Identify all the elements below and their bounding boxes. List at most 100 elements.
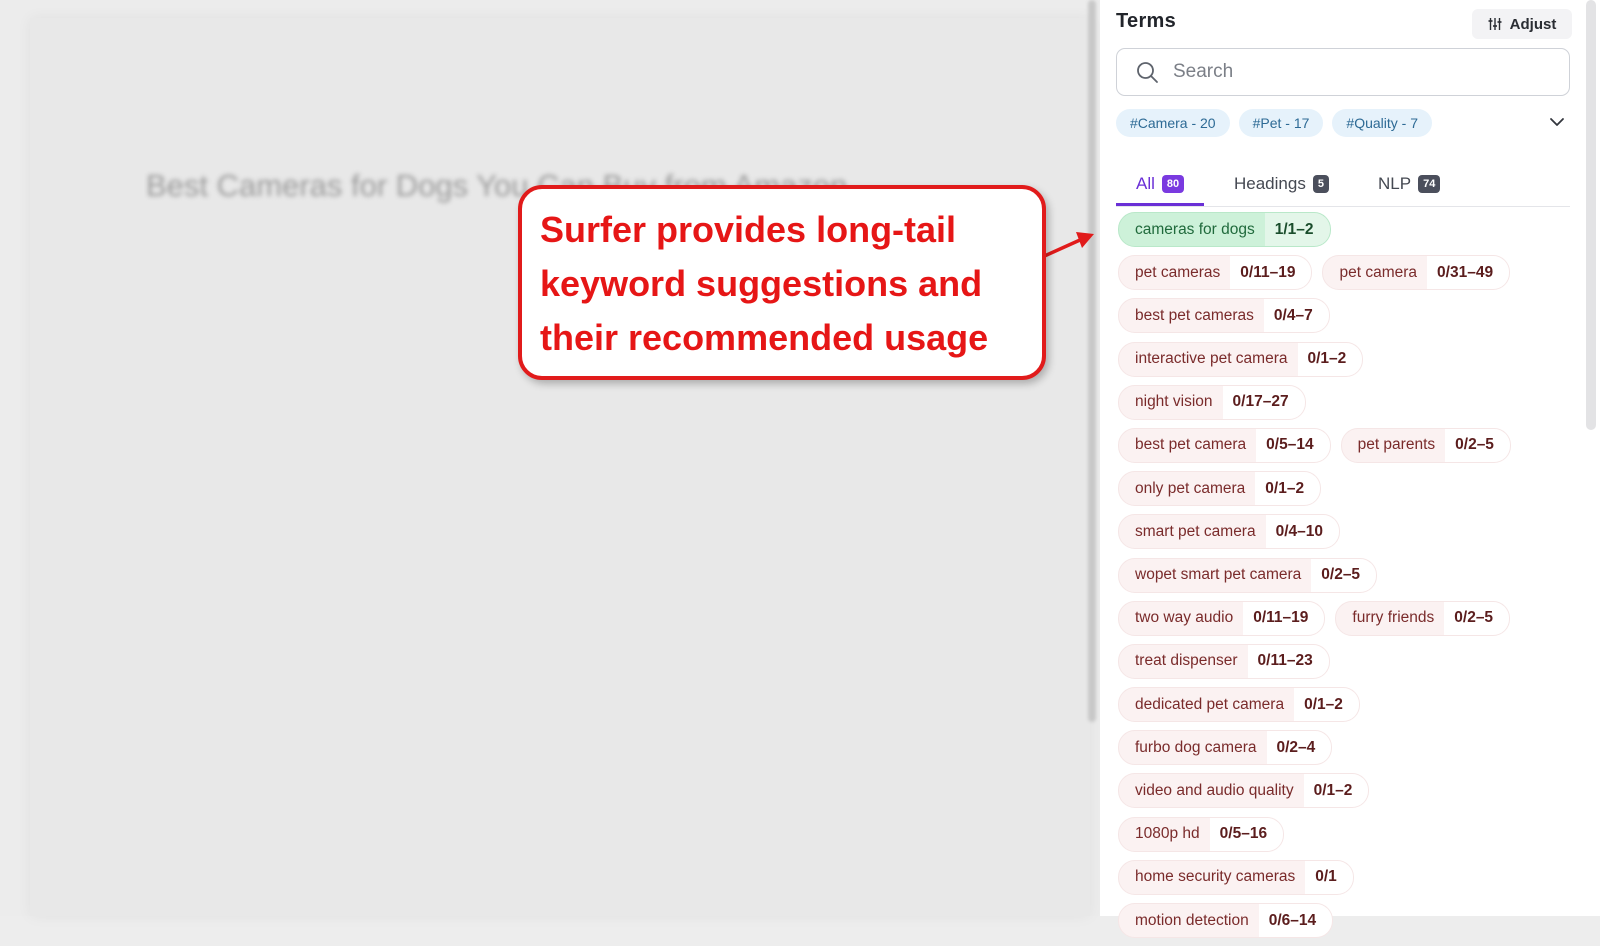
term-name: only pet camera (1135, 479, 1246, 497)
annotation-callout: Surfer provides long-tail keyword sugges… (518, 185, 1046, 380)
term-name: pet camera (1339, 263, 1418, 281)
term-row: interactive pet camera 0/1–2 (1118, 341, 1578, 385)
term-name: cameras for dogs (1135, 220, 1255, 238)
term-row: video and audio quality 0/1–2 (1118, 773, 1578, 816)
term-name: furry friends (1352, 609, 1435, 627)
term-chip[interactable]: best pet camera 0/5–14 (1118, 427, 1331, 463)
tab-nlp-count: 74 (1418, 175, 1441, 193)
term-row: cameras for dogs 1/1–2 (1118, 212, 1578, 255)
term-usage-count: 0/11–19 (1243, 601, 1325, 635)
term-chip[interactable]: pet cameras 0/11–19 (1118, 255, 1313, 291)
term-usage-count: 0/1–2 (1297, 342, 1363, 376)
term-name: furbo dog camera (1135, 738, 1257, 756)
term-name: pet parents (1357, 436, 1436, 454)
chevron-down-icon[interactable] (1548, 113, 1566, 131)
term-name: interactive pet camera (1135, 350, 1288, 368)
term-row: wopet smart pet camera 0/2–5 (1118, 557, 1578, 601)
term-name: motion detection (1135, 911, 1249, 929)
callout-line: their recommended usage (540, 317, 989, 358)
tab-all-count: 80 (1161, 174, 1185, 193)
term-chip[interactable]: dedicated pet camera 0/1–2 (1118, 687, 1360, 723)
term-usage-count: 0/1–2 (1303, 774, 1369, 808)
term-chip[interactable]: best pet cameras 0/4–7 (1118, 298, 1330, 334)
term-name: treat dispenser (1135, 652, 1238, 670)
term-chip[interactable]: video and audio quality 0/1–2 (1118, 773, 1370, 809)
tab-headings[interactable]: Headings 5 (1234, 164, 1329, 204)
term-row: motion detection 0/6–14 (1118, 903, 1578, 946)
tab-nlp-label: NLP (1378, 174, 1412, 193)
topic-tags: #Camera - 20 #Pet - 17 #Quality - 7 (1116, 109, 1433, 137)
topic-tag-quality[interactable]: #Quality - 7 (1332, 109, 1433, 137)
term-usage-count: 0/5–14 (1256, 428, 1330, 462)
term-chip[interactable]: only pet camera 0/1–2 (1118, 471, 1322, 507)
tab-headings-label: Headings (1234, 174, 1306, 193)
term-usage-count: 0/6–14 (1258, 904, 1333, 937)
term-row: two way audio 0/11–19 furry friends 0/2–5 (1118, 600, 1578, 644)
term-usage-count: 0/4–7 (1263, 299, 1329, 333)
term-usage-count: 0/1–2 (1255, 472, 1321, 506)
term-chip[interactable]: two way audio 0/11–19 (1118, 600, 1326, 636)
term-row: dedicated pet camera 0/1–2 (1118, 687, 1578, 730)
term-chip[interactable]: cameras for dogs 1/1–2 (1118, 212, 1331, 247)
terms-panel: Terms Adjust #Camera - 20 #Pet - 17 #Qua… (1100, 0, 1600, 938)
term-chip[interactable]: interactive pet camera 0/1–2 (1118, 341, 1364, 377)
term-usage-count: 0/11–23 (1247, 644, 1329, 678)
tab-headings-count: 5 (1312, 175, 1329, 193)
term-chip[interactable]: furry friends 0/2–5 (1335, 600, 1511, 636)
search-box[interactable] (1116, 48, 1570, 96)
term-name: best pet camera (1135, 436, 1247, 454)
search-icon (1137, 62, 1158, 83)
term-usage-count: 0/5–16 (1209, 817, 1284, 851)
term-name: wopet smart pet camera (1135, 566, 1302, 583)
panel-scrollbar[interactable] (1586, 0, 1596, 430)
term-name: pet cameras (1135, 263, 1221, 281)
search-input[interactable] (1171, 60, 1555, 84)
term-chip[interactable]: night vision 0/17–27 (1118, 384, 1306, 420)
term-usage-count: 0/2–4 (1266, 731, 1332, 765)
editor-page (30, 18, 1090, 916)
term-chip[interactable]: pet camera 0/31–49 (1322, 255, 1511, 291)
sliders-icon (1488, 18, 1502, 30)
term-usage-count: 1/1–2 (1264, 213, 1330, 246)
adjust-button[interactable]: Adjust (1472, 9, 1572, 39)
term-row: best pet camera 0/5–14 pet parents 0/2–5 (1118, 427, 1578, 471)
term-tabs: All 80 Headings 5 NLP 74 (1116, 164, 1570, 207)
callout-text: Surfer provides long-tail keyword sugges… (540, 203, 1040, 365)
term-chip[interactable]: pet parents 0/2–5 (1340, 427, 1511, 463)
term-row: treat dispenser 0/11–23 (1118, 643, 1578, 687)
term-usage-count: 0/2–5 (1445, 428, 1510, 462)
callout-line: Surfer provides long-tail (540, 209, 957, 250)
term-row: 1080p hd 0/5–16 (1118, 816, 1578, 860)
topic-tag-camera[interactable]: #Camera - 20 (1116, 109, 1230, 137)
term-name: smart pet camera (1135, 522, 1256, 540)
term-name: dedicated pet camera (1135, 695, 1285, 713)
term-row: pet cameras 0/11–19 pet camera 0/31–49 (1118, 255, 1578, 298)
term-chip[interactable]: treat dispenser 0/11–23 (1118, 643, 1330, 679)
term-usage-count: 0/11–19 (1230, 256, 1312, 290)
topic-tag-pet[interactable]: #Pet - 17 (1238, 109, 1324, 137)
term-name: night vision (1135, 393, 1213, 411)
tab-all[interactable]: All 80 (1116, 164, 1205, 206)
term-chip[interactable]: wopet smart pet camera 0/2–5 (1118, 557, 1378, 593)
callout-arrow-icon (1039, 232, 1094, 260)
term-usage-count: 0/17–27 (1222, 385, 1305, 419)
term-name: 1080p hd (1135, 825, 1200, 843)
term-row: home security cameras 0/1 (1118, 859, 1578, 903)
term-chip[interactable]: 1080p hd 0/5–16 (1118, 816, 1285, 852)
term-usage-count: 0/2–5 (1444, 601, 1510, 635)
term-name: video and audio quality (1135, 781, 1294, 799)
tab-all-label: All (1136, 173, 1155, 193)
editor-background: Best Cameras for Dogs You Can Buy from A… (0, 0, 1100, 916)
term-row: furbo dog camera 0/2–4 (1118, 730, 1578, 773)
term-row: smart pet camera 0/4–10 (1118, 514, 1578, 557)
term-chip[interactable]: home security cameras 0/1 (1118, 859, 1354, 895)
tab-nlp[interactable]: NLP 74 (1378, 164, 1441, 204)
term-chip[interactable]: furbo dog camera 0/2–4 (1118, 730, 1333, 766)
term-chip[interactable]: smart pet camera 0/4–10 (1118, 514, 1341, 550)
terms-list: cameras for dogs 1/1–2 pet cameras 0/11–19 p… (1118, 212, 1578, 946)
term-usage-count: 0/1 (1305, 860, 1353, 894)
term-name: two way audio (1135, 609, 1234, 627)
term-chip[interactable]: motion detection 0/6–14 (1118, 903, 1334, 938)
editor-scrollbar[interactable] (1088, 0, 1096, 722)
callout-line: keyword suggestions and (540, 263, 983, 304)
